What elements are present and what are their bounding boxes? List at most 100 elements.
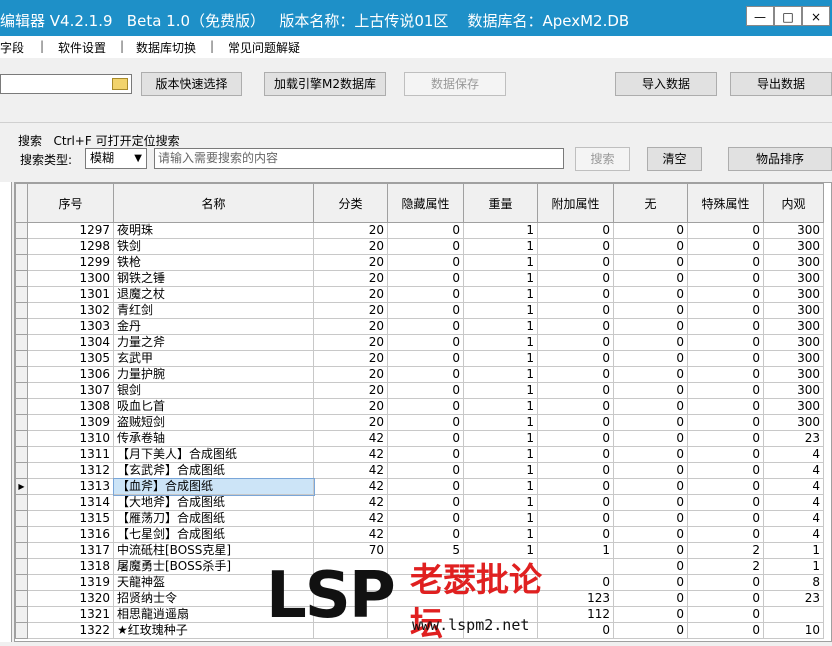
cell-hidden-attr[interactable]: 0: [387, 254, 464, 271]
table-row[interactable]: 1302 青红剑 20 0 1 0 0 0 300: [15, 302, 824, 319]
cell-extra-attr[interactable]: 0: [537, 446, 614, 463]
cell-name[interactable]: 【七星剑】合成图纸: [113, 526, 314, 543]
cell-none[interactable]: 0: [613, 382, 688, 399]
table-row[interactable]: 1305 玄武甲 20 0 1 0 0 0 300: [15, 350, 824, 367]
table-row[interactable]: 1298 铁剑 20 0 1 0 0 0 300: [15, 238, 824, 255]
cell-hidden-attr[interactable]: 0: [387, 526, 464, 543]
cell-id[interactable]: 1316: [27, 526, 114, 543]
row-header[interactable]: [15, 382, 28, 399]
cell-special-attr[interactable]: 0: [687, 382, 764, 399]
cell-special-attr[interactable]: 0: [687, 254, 764, 271]
table-row[interactable]: 1297 夜明珠 20 0 1 0 0 0 300: [15, 222, 824, 239]
row-header[interactable]: [15, 446, 28, 463]
cell-id[interactable]: 1313: [27, 478, 114, 495]
cell-none[interactable]: 0: [613, 414, 688, 431]
cell-id[interactable]: 1302: [27, 302, 114, 319]
cell-name[interactable]: 玄武甲: [113, 350, 314, 367]
cell-none[interactable]: 0: [613, 446, 688, 463]
cell-special-attr[interactable]: 0: [687, 622, 764, 639]
cell-extra-attr[interactable]: 0: [537, 318, 614, 335]
cell-hidden-attr[interactable]: 0: [387, 430, 464, 447]
cell-weight[interactable]: 1: [463, 462, 538, 479]
row-header[interactable]: [15, 414, 28, 431]
cell-name[interactable]: 吸血匕首: [113, 398, 314, 415]
col-header-hidden-attr[interactable]: 隐藏属性: [387, 183, 464, 223]
table-row[interactable]: ▶ 1313 【血斧】合成图纸 42 0 1 0 0 0 4: [15, 477, 824, 496]
cell-hidden-attr[interactable]: 0: [387, 510, 464, 527]
cell-id[interactable]: 1304: [27, 334, 114, 351]
row-header[interactable]: [15, 542, 28, 559]
col-header-extra-attr[interactable]: 附加属性: [537, 183, 614, 223]
cell-id[interactable]: 1311: [27, 446, 114, 463]
cell-weight[interactable]: 1: [463, 238, 538, 255]
cell-none[interactable]: 0: [613, 302, 688, 319]
table-row[interactable]: 1310 传承卷轴 42 0 1 0 0 0 23: [15, 430, 824, 447]
col-header-weight[interactable]: 重量: [463, 183, 538, 223]
cell-hidden-attr[interactable]: 0: [387, 238, 464, 255]
cell-looks[interactable]: 300: [763, 238, 824, 255]
cell-looks[interactable]: 300: [763, 286, 824, 303]
cell-special-attr[interactable]: 0: [687, 286, 764, 303]
table-row[interactable]: 1301 退魔之杖 20 0 1 0 0 0 300: [15, 286, 824, 303]
cell-none[interactable]: 0: [613, 254, 688, 271]
cell-looks[interactable]: 300: [763, 366, 824, 383]
cell-category[interactable]: 20: [313, 414, 388, 431]
cell-id[interactable]: 1301: [27, 286, 114, 303]
cell-id[interactable]: 1318: [27, 558, 114, 575]
table-row[interactable]: 1308 吸血匕首 20 0 1 0 0 0 300: [15, 398, 824, 415]
cell-extra-attr[interactable]: 0: [537, 270, 614, 287]
cell-special-attr[interactable]: 2: [687, 542, 764, 559]
row-header[interactable]: [15, 366, 28, 383]
cell-category[interactable]: 20: [313, 286, 388, 303]
cell-looks[interactable]: 23: [763, 590, 824, 607]
cell-category[interactable]: 42: [313, 446, 388, 463]
current-row-marker-icon[interactable]: ▶: [15, 478, 28, 495]
cell-extra-attr[interactable]: 0: [537, 334, 614, 351]
cell-special-attr[interactable]: 0: [687, 302, 764, 319]
col-header-id[interactable]: 序号: [27, 183, 114, 223]
menu-db-switch[interactable]: 数据库切换: [136, 39, 196, 56]
row-header[interactable]: [15, 430, 28, 447]
cell-looks[interactable]: 1: [763, 558, 824, 575]
cell-category[interactable]: 20: [313, 238, 388, 255]
minimize-button[interactable]: —: [746, 6, 774, 26]
cell-extra-attr[interactable]: 0: [537, 350, 614, 367]
cell-category[interactable]: 42: [313, 430, 388, 447]
import-data-button[interactable]: 导入数据: [615, 72, 717, 96]
cell-id[interactable]: 1312: [27, 462, 114, 479]
cell-id[interactable]: 1315: [27, 510, 114, 527]
table-row[interactable]: 1300 钢铁之锤 20 0 1 0 0 0 300: [15, 270, 824, 287]
cell-name[interactable]: 退魔之杖: [113, 286, 314, 303]
cell-hidden-attr[interactable]: 0: [387, 302, 464, 319]
cell-weight[interactable]: 1: [463, 430, 538, 447]
clear-button[interactable]: 清空: [647, 147, 702, 171]
cell-looks[interactable]: [763, 606, 824, 623]
cell-name[interactable]: 铁剑: [113, 238, 314, 255]
cell-looks[interactable]: 8: [763, 574, 824, 591]
table-row[interactable]: 1316 【七星剑】合成图纸 42 0 1 0 0 0 4: [15, 526, 824, 543]
cell-extra-attr[interactable]: 0: [537, 302, 614, 319]
cell-category[interactable]: 20: [313, 382, 388, 399]
cell-extra-attr[interactable]: 0: [537, 526, 614, 543]
cell-id[interactable]: 1310: [27, 430, 114, 447]
cell-weight[interactable]: 1: [463, 286, 538, 303]
cell-looks[interactable]: 300: [763, 318, 824, 335]
cell-name[interactable]: 铁枪: [113, 254, 314, 271]
cell-weight[interactable]: 1: [463, 302, 538, 319]
cell-id[interactable]: 1307: [27, 382, 114, 399]
maximize-button[interactable]: □: [774, 6, 802, 26]
cell-looks[interactable]: 300: [763, 270, 824, 287]
cell-weight[interactable]: 1: [463, 398, 538, 415]
cell-name[interactable]: 金丹: [113, 318, 314, 335]
table-row[interactable]: 1303 金丹 20 0 1 0 0 0 300: [15, 318, 824, 335]
cell-none[interactable]: 0: [613, 270, 688, 287]
cell-none[interactable]: 0: [613, 222, 688, 239]
cell-special-attr[interactable]: 0: [687, 478, 764, 495]
cell-category[interactable]: 20: [313, 222, 388, 239]
cell-id[interactable]: 1322: [27, 622, 114, 639]
table-row[interactable]: 1304 力量之斧 20 0 1 0 0 0 300: [15, 334, 824, 351]
col-header-special-attr[interactable]: 特殊属性: [687, 183, 764, 223]
cell-special-attr[interactable]: 0: [687, 222, 764, 239]
close-button[interactable]: ×: [802, 6, 830, 26]
col-header-none[interactable]: 无: [613, 183, 688, 223]
